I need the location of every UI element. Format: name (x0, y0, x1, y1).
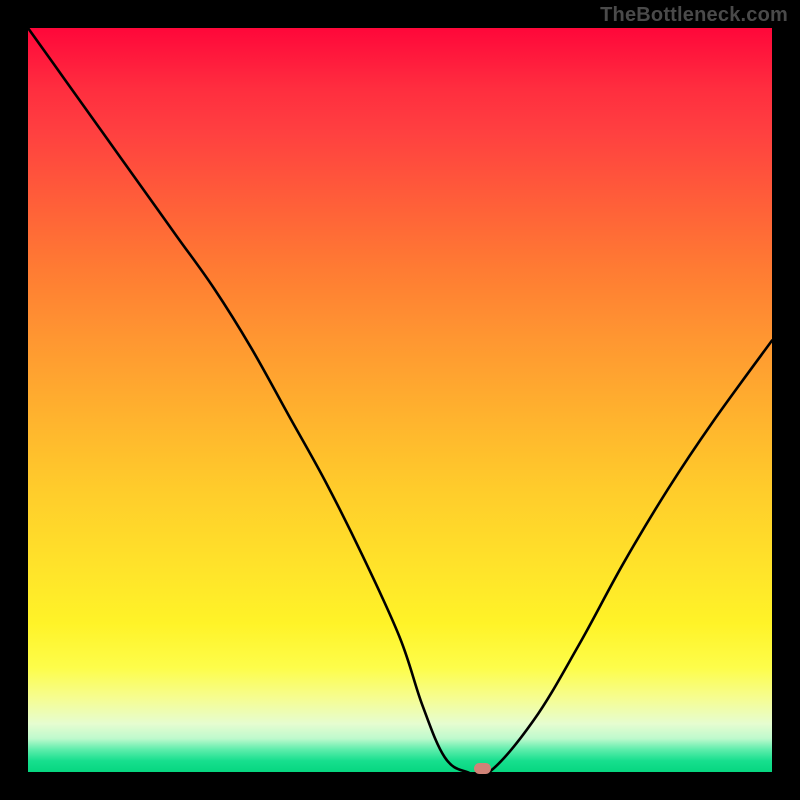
curve-svg (28, 28, 772, 772)
optimum-marker (474, 763, 491, 774)
bottleneck-curve-path (28, 28, 772, 772)
plot-area (28, 28, 772, 772)
chart-stage: TheBottleneck.com (0, 0, 800, 800)
watermark-text: TheBottleneck.com (600, 4, 788, 27)
